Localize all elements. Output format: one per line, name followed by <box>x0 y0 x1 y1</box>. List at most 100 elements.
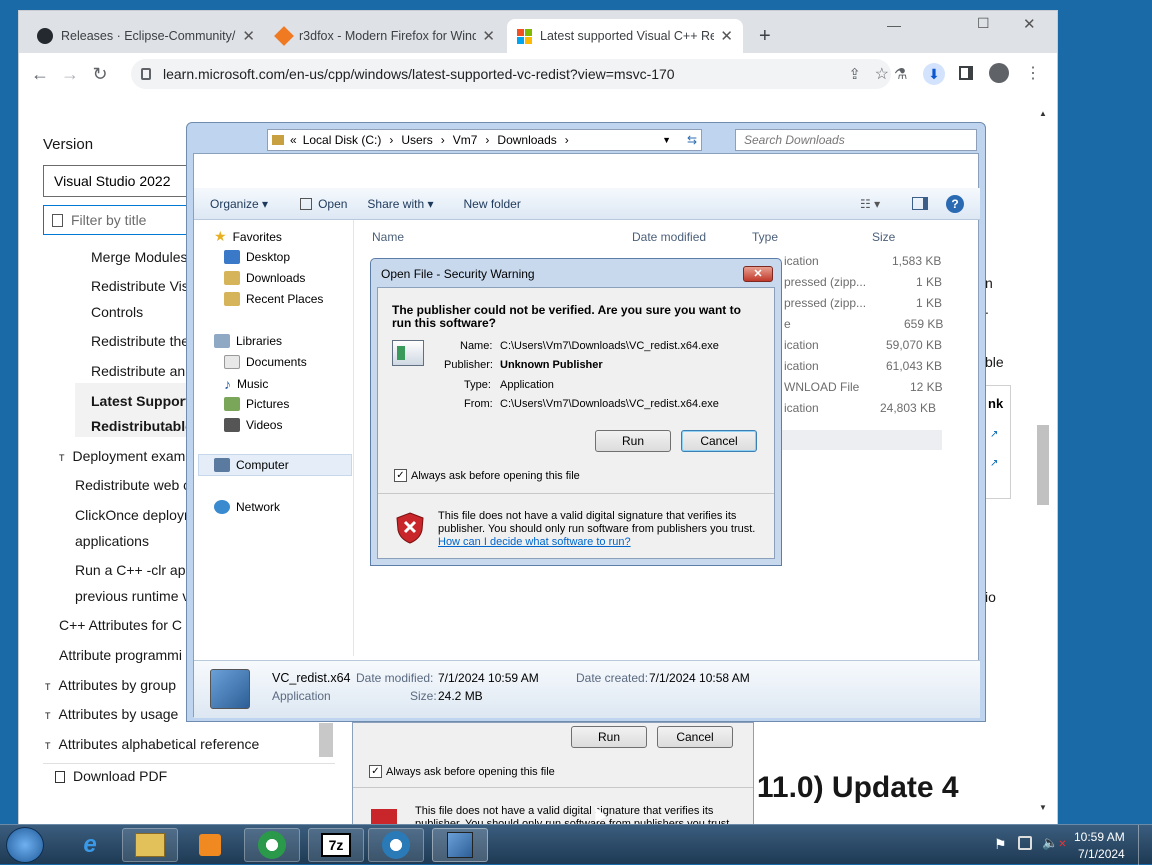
explorer-address-bar[interactable]: « Local Disk (C:) › Users › Vm7 › Downloads… <box>267 129 702 151</box>
action-center-icon[interactable]: ⚑ <box>994 836 1007 853</box>
version-select[interactable]: Visual Studio 2022 <box>43 165 193 197</box>
show-desktop-button[interactable] <box>1138 825 1152 865</box>
clock-time[interactable]: 10:59 AM <box>1074 830 1125 844</box>
cancel-button[interactable]: Cancel <box>681 430 757 452</box>
start-button[interactable] <box>6 827 44 863</box>
taskbar-browser-2[interactable] <box>368 828 424 862</box>
page-scrollbar-thumb[interactable] <box>1037 425 1049 505</box>
always-ask-row[interactable]: ✓ Always ask before opening this file <box>394 469 580 482</box>
dialog-close-button[interactable]: ✕ <box>743 266 773 282</box>
nav-scrollbar[interactable] <box>319 723 333 757</box>
minimize-button[interactable]: — <box>887 17 901 33</box>
clock-date[interactable]: 7/1/2024 <box>1078 847 1125 861</box>
new-tab-button[interactable]: + <box>759 25 771 48</box>
nav-desktop[interactable]: Desktop <box>224 250 290 264</box>
organize-button[interactable]: Organize ▾ <box>200 197 278 211</box>
always-ask-row[interactable]: ✓ Always ask before opening this file <box>369 765 555 778</box>
back-icon[interactable]: ← <box>25 64 55 85</box>
nav-group[interactable]: T Attributes by usage <box>45 706 178 722</box>
preview-pane-icon[interactable] <box>912 197 928 210</box>
run-button[interactable]: Run <box>571 726 647 748</box>
help-link[interactable]: How can I decide what software to run? <box>438 536 631 548</box>
nav-group[interactable]: T Deployment exam <box>59 448 185 464</box>
breadcrumb-item[interactable]: Downloads <box>497 133 556 147</box>
nav-favorites[interactable]: ★ Favorites <box>214 228 282 245</box>
nav-item-selected[interactable]: Redistributable <box>91 418 193 434</box>
column-header-name[interactable]: Name <box>372 230 404 244</box>
external-link-icon[interactable]: ↗ <box>990 458 1010 469</box>
tab-r3dfox[interactable]: r3dfox - Modern Firefox for Wind ✕ <box>267 19 505 53</box>
volume-muted-icon[interactable]: 🔈✕ <box>1042 835 1067 851</box>
help-icon[interactable]: ? <box>946 194 964 213</box>
tab-vc-redist[interactable]: Latest supported Visual C++ Re ✕ <box>507 19 743 53</box>
nav-item-selected[interactable]: Latest Supporte <box>91 393 198 409</box>
nav-item[interactable]: Redistribute an <box>91 363 185 379</box>
breadcrumb-item[interactable]: Vm7 <box>453 133 478 147</box>
nav-item[interactable]: Redistribute Vis <box>91 278 189 294</box>
nav-computer[interactable]: Computer <box>214 458 289 472</box>
nav-recent[interactable]: Recent Places <box>224 292 323 306</box>
taskbar-installer[interactable] <box>432 828 488 862</box>
tab-close-icon[interactable]: ✕ <box>720 27 733 45</box>
breadcrumb-item[interactable]: Users <box>401 133 432 147</box>
side-panel-icon[interactable] <box>959 66 973 80</box>
taskbar-explorer[interactable] <box>122 828 178 862</box>
tab-close-icon[interactable]: ✕ <box>242 27 255 45</box>
nav-group[interactable]: T Attributes by group <box>45 677 176 693</box>
view-options-icon[interactable]: ☷ ▾ <box>860 197 880 211</box>
nav-group[interactable]: T Attributes alphabetical reference <box>45 736 259 752</box>
tab-close-icon[interactable]: ✕ <box>482 27 495 45</box>
close-window-button[interactable]: ✕ <box>1023 15 1036 33</box>
refresh-icon[interactable]: ⇆ <box>687 133 697 147</box>
profile-avatar[interactable] <box>989 63 1009 83</box>
taskbar-media-player[interactable] <box>182 828 238 862</box>
nav-item[interactable]: Run a C++ -clr app <box>75 562 193 578</box>
download-pdf-link[interactable]: Download PDF <box>55 768 167 784</box>
nav-item[interactable]: C++ Attributes for C <box>59 617 182 633</box>
address-dropdown-icon[interactable]: ▼ <box>662 135 671 145</box>
nav-music[interactable]: ♪ Music <box>224 376 268 392</box>
address-bar[interactable]: learn.microsoft.com/en-us/cpp/windows/la… <box>131 59 891 89</box>
nav-item[interactable]: applications <box>75 533 149 549</box>
nav-videos[interactable]: Videos <box>224 418 282 432</box>
download-icon[interactable]: ⬇ <box>923 63 945 85</box>
column-header-type[interactable]: Type <box>752 230 778 244</box>
taskbar-7zip[interactable]: 7z <box>308 828 364 862</box>
nav-network[interactable]: Network <box>214 500 280 514</box>
taskbar-ie[interactable]: e <box>62 828 118 862</box>
breadcrumb-item[interactable]: Local Disk (C:) <box>303 133 382 147</box>
always-ask-checkbox[interactable]: ✓ <box>394 469 407 482</box>
nav-documents[interactable]: Documents <box>224 355 307 369</box>
nav-item[interactable]: Controls <box>91 304 143 320</box>
cancel-button[interactable]: Cancel <box>657 726 733 748</box>
scroll-up-icon[interactable]: ▲ <box>1039 109 1047 118</box>
maximize-button[interactable]: ☐ <box>977 15 990 32</box>
menu-dots-icon[interactable]: ⋮ <box>1025 63 1041 83</box>
explorer-search-input[interactable]: Search Downloads <box>735 129 977 151</box>
run-button[interactable]: Run <box>595 430 671 452</box>
new-folder-button[interactable]: New folder <box>453 197 530 211</box>
nav-item[interactable]: Redistribute the <box>91 333 189 349</box>
nav-pictures[interactable]: Pictures <box>224 397 289 411</box>
tab-releases[interactable]: Releases · Eclipse-Community/r3 ✕ <box>27 19 265 53</box>
nav-item[interactable]: ClickOnce deploym <box>75 507 196 523</box>
nav-item[interactable]: Merge Modules <box>91 249 188 265</box>
scroll-down-icon[interactable]: ▼ <box>1039 803 1047 812</box>
external-link-icon[interactable]: ↗ <box>990 429 1010 440</box>
network-tray-icon[interactable] <box>1018 836 1032 850</box>
filter-field[interactable]: Filter by title <box>43 205 193 235</box>
extension-icon[interactable]: ⚗ <box>894 65 907 83</box>
share-with-button[interactable]: Share with ▾ <box>357 197 443 211</box>
reload-icon[interactable]: ↻ <box>85 64 115 85</box>
nav-libraries[interactable]: Libraries <box>214 334 282 348</box>
taskbar-browser[interactable] <box>244 828 300 862</box>
column-header-date[interactable]: Date modified <box>632 230 706 244</box>
nav-downloads[interactable]: Downloads <box>224 271 305 285</box>
forward-icon[interactable]: → <box>55 64 85 85</box>
nav-item[interactable]: previous runtime v <box>75 588 189 604</box>
share-icon[interactable]: ⇪ <box>848 65 861 83</box>
bookmark-star-icon[interactable]: ☆ <box>875 64 889 84</box>
column-header-size[interactable]: Size <box>872 230 895 244</box>
nav-item[interactable]: Redistribute web c <box>75 477 190 493</box>
open-button[interactable]: Open <box>290 197 357 211</box>
